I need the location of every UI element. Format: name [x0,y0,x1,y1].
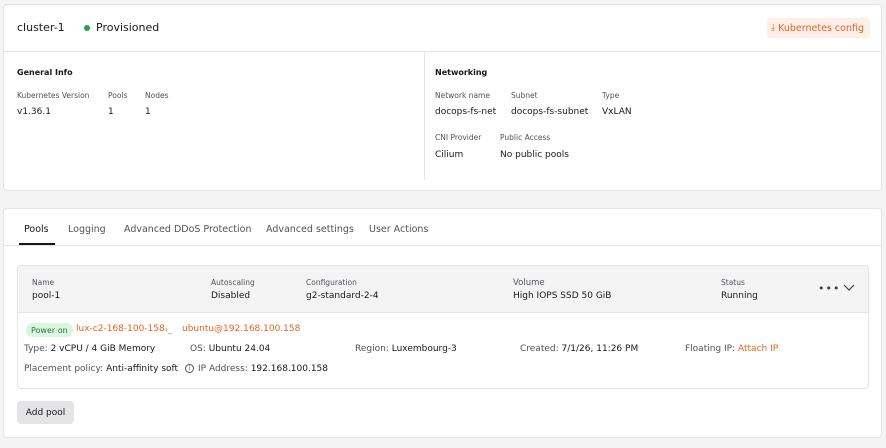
add-pool-button[interactable]: Add pool [17,401,74,424]
pool-name-label: Name [32,278,55,287]
networking-title: Networking [435,68,488,77]
placement-policy-label: Placement policy: [24,364,104,374]
tab-advanced-ddos-protection[interactable]: Advanced DDoS Protection [124,224,252,235]
ip-address-label: IP Address: [198,364,248,374]
pool-status-value: Running [721,291,758,301]
node-region-value: Luxembourg-3 [391,344,457,354]
tab-advanced-settings[interactable]: Advanced settings [266,224,354,235]
kubernetes-config-button[interactable]: ⤓ Kubernetes config [767,18,870,38]
nodes-count-label: Nodes [145,91,169,100]
node-region-label: Region: [355,344,389,354]
kubernetes-version-value: v1.36.1 [17,107,51,117]
pools-card: Pools Logging Advanced DDoS Protection A… [3,208,882,438]
network-name-value: docops-fs-net [435,107,497,117]
pool-name-value: pool-1 [32,291,61,301]
pools-count-value: 1 [108,107,114,117]
cni-provider-label: CNI Provider [435,133,482,142]
nodes-count-value: 1 [145,107,151,117]
network-name-label: Network name [435,91,490,100]
pool-status-label: Status [721,278,745,287]
node-type: Type: 2 vCPU / 4 GiB Memory [24,344,155,354]
cluster-name: cluster-1 [17,21,65,34]
attach-ip-link[interactable]: Attach IP [738,344,778,354]
autoscaling-value: Disabled [211,291,251,301]
node-os: OS: Ubuntu 24.04 [190,344,270,354]
autoscaling-label: Autoscaling [211,278,255,287]
placement-policy: Placement policy: Anti-affinity soft i [24,364,194,374]
subnet-value: docops-fs-subnet [511,107,589,117]
node-type-value: 2 vCPU / 4 GiB Memory [50,344,156,354]
configuration-label: Configuration [306,278,357,287]
node-os-value: Ubuntu 24.04 [208,344,271,354]
configuration-value: g2-standard-2-4 [306,291,379,301]
tab-logging[interactable]: Logging [68,224,106,235]
network-type-value: VxLAN [602,107,632,117]
floating-ip-label: Floating IP: [685,344,736,354]
ssh-command-link[interactable]: ubuntu@192.168.100.158 [182,324,300,334]
node-created: Created: 7/1/26, 11:26 PM [520,344,638,354]
node-type-label: Type: [24,344,48,354]
kubernetes-config-label: Kubernetes config [778,22,864,34]
node-floating-ip: Floating IP: Attach IP [685,344,778,354]
power-state-badge: Power on [26,323,73,337]
cluster-header: cluster-1 Provisioned ⤓ Kubernetes confi… [4,5,881,52]
general-info-title: General Info [17,68,73,77]
pools-count-label: Pools [108,91,128,100]
node-created-value: 7/1/26, 11:26 PM [561,344,639,354]
chevron-down-icon[interactable] [843,282,855,292]
node-name-link[interactable]: lux-c2-168-100-158 [76,324,165,334]
node-region: Region: Luxembourg-3 [355,344,457,354]
public-access-value: No public pools [500,150,569,160]
placement-policy-value: Anti-affinity soft [106,364,179,374]
cni-provider-value: Cilium [435,150,464,160]
network-type-label: Type [602,91,620,100]
cluster-overview-card: cluster-1 Provisioned ⤓ Kubernetes confi… [3,4,882,191]
node-created-label: Created: [520,344,559,354]
download-icon: ⤓ [771,23,776,33]
tab-pools[interactable]: Pools [24,224,49,235]
public-access-label: Public Access [500,133,551,142]
tab-user-actions[interactable]: User Actions [369,224,428,235]
ip-address-value: 192.168.100.158 [250,364,328,374]
more-horizontal-icon[interactable]: ••• [818,282,840,295]
pool-item: Name pool-1 Autoscaling Disabled Configu… [17,265,869,389]
terminal-icon[interactable]: ›_ [165,325,172,334]
active-tab-indicator [19,243,55,245]
node-os-label: OS: [190,344,206,354]
info-icon[interactable]: i [184,364,194,373]
cluster-status: Provisioned [96,21,160,34]
subnet-label: Subnet [511,91,538,100]
kubernetes-version-label: Kubernetes Version [17,91,90,100]
pool-header[interactable]: Name pool-1 Autoscaling Disabled Configu… [18,266,868,313]
volume-value: High IOPS SSD 50 GiB [513,291,612,301]
section-divider [424,52,425,180]
status-dot-icon [84,25,90,31]
tab-bar: Pools Logging Advanced DDoS Protection A… [4,209,881,246]
node-ip-address: IP Address: 192.168.100.158 [198,364,328,374]
volume-label: Volume [513,278,545,288]
